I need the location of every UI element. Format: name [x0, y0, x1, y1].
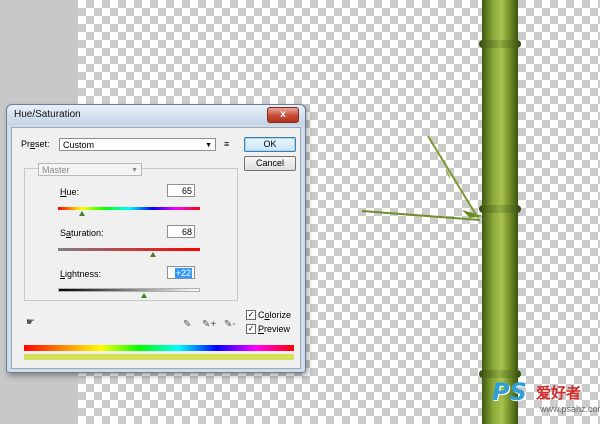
channel-value: Master [42, 165, 70, 175]
lightness-slider-track[interactable] [58, 288, 200, 292]
eyedropper-minus-icon[interactable]: ✎- [224, 319, 236, 330]
watermark-url: www.psahz.com [540, 404, 600, 414]
preview-label: Preview [258, 324, 291, 334]
hue-saturation-dialog: Hue/Saturation x Preset: Custom ▼ ≡ OK C… [6, 104, 306, 373]
targeted-adjustment-icon[interactable]: ☛ [26, 317, 35, 328]
colorize-checkbox[interactable]: ✓ [246, 310, 256, 320]
preview-checkbox[interactable]: ✓ [246, 324, 256, 334]
saturation-slider-track[interactable] [58, 248, 200, 251]
lightness-label: Lightness: [60, 269, 102, 279]
saturation-input[interactable]: 68 [167, 225, 195, 238]
saturation-label: Saturation: [60, 228, 104, 238]
colorize-label: Colorize [258, 310, 292, 320]
preset-value: Custom [63, 140, 95, 150]
dialog-content: Preset: Custom ▼ ≡ OK Cancel Master ▼ Hu… [11, 127, 301, 369]
lightness-slider-thumb[interactable] [141, 293, 147, 298]
hue-input[interactable]: 65 [167, 184, 195, 197]
watermark-logo: PS [492, 378, 527, 406]
eyedropper-icon[interactable]: ✎ [183, 319, 191, 330]
close-button[interactable]: x [267, 107, 299, 123]
saturation-slider-thumb[interactable] [150, 252, 156, 257]
adjustment-group [24, 168, 238, 301]
hue-label: Hue: [60, 187, 80, 197]
dialog-titlebar[interactable]: Hue/Saturation x [7, 105, 305, 125]
result-spectrum-bar [24, 354, 294, 360]
preset-dropdown[interactable]: Custom ▼ [59, 138, 216, 151]
watermark-chinese-text: 爱好者 [536, 385, 582, 402]
preset-options-icon[interactable]: ≡ [224, 138, 238, 151]
eyedropper-plus-icon[interactable]: ✎+ [202, 319, 216, 330]
dialog-title: Hue/Saturation [14, 109, 81, 120]
chevron-down-icon: ▼ [205, 142, 212, 149]
preset-label: Preset: [21, 139, 50, 149]
cancel-button[interactable]: Cancel [244, 156, 296, 171]
site-watermark: PS 爱好者 www.psahz.com [492, 378, 600, 414]
channel-dropdown[interactable]: Master ▼ [38, 163, 142, 176]
ok-button[interactable]: OK [244, 137, 296, 152]
lightness-input[interactable]: +22 [167, 266, 195, 279]
chevron-down-icon: ▼ [131, 167, 138, 174]
source-spectrum-bar [24, 345, 294, 351]
hue-slider-track[interactable] [58, 207, 200, 210]
hue-slider-thumb[interactable] [79, 211, 85, 216]
